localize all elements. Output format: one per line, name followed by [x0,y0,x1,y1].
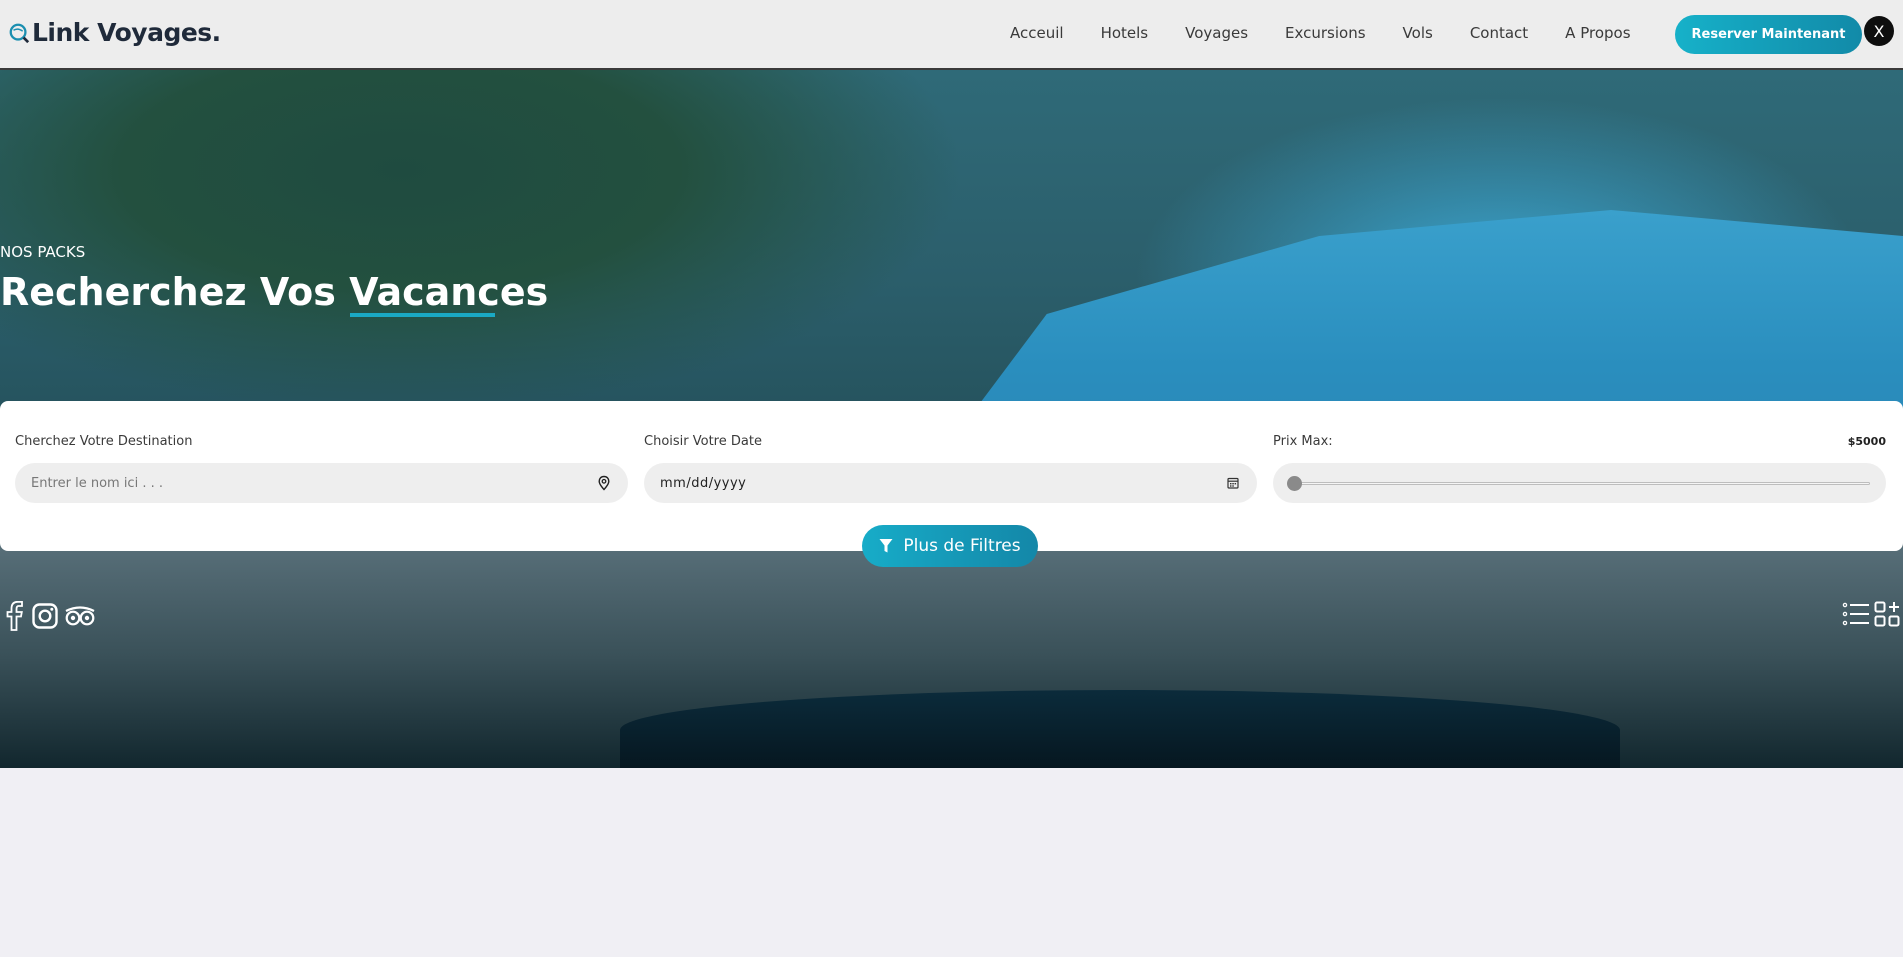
logo[interactable]: Link Voyages. [8,18,221,47]
nav-item-vols[interactable]: Vols [1403,24,1433,42]
site-header: Link Voyages. Acceuil Hotels Voyages Exc… [0,0,1903,70]
slider-track[interactable] [1296,482,1870,485]
tripadvisor-icon[interactable] [64,605,96,627]
hero-title: Recherchez Vos Vacances [0,270,549,314]
destination-input[interactable]: Entrer le nom ici . . . [15,463,628,503]
hero-kicker: NOS PACKS [0,243,86,261]
nav-item-voyages[interactable]: Voyages [1185,24,1248,42]
nav-item-hotels[interactable]: Hotels [1101,24,1149,42]
price-label: Prix Max: [1273,434,1333,449]
nav-item-excursions[interactable]: Excursions [1285,24,1366,42]
grid-view-icon[interactable] [1874,601,1900,627]
social-links [4,601,102,631]
calendar-icon[interactable] [1225,475,1241,491]
globe-search-icon [9,23,30,43]
price-value: $5000 [1847,435,1886,448]
facebook-icon[interactable] [4,601,26,631]
date-label: Choisir Votre Date [644,434,762,449]
close-button[interactable]: X [1864,16,1894,46]
filter-icon [879,539,893,553]
location-pin-icon [598,475,610,491]
nav-item-a-propos[interactable]: A Propos [1565,24,1630,42]
date-input[interactable]: mm/dd/yyyy [644,463,1257,503]
instagram-icon[interactable] [32,603,58,629]
hero-harbor [620,690,1620,768]
brand-name: Link Voyages. [32,18,221,47]
price-slider[interactable] [1273,463,1886,503]
destination-placeholder: Entrer le nom ici . . . [31,475,163,491]
nav-item-contact[interactable]: Contact [1470,24,1528,42]
view-toggles [1838,601,1900,627]
more-filters-button[interactable]: Plus de Filtres [862,525,1038,567]
date-value: mm/dd/yyyy [660,475,747,491]
destination-label: Cherchez Votre Destination [15,434,193,449]
list-view-icon[interactable] [1842,601,1870,627]
title-underline [350,313,495,317]
slider-thumb[interactable] [1287,476,1302,491]
reserve-now-button[interactable]: Reserver Maintenant [1675,15,1862,54]
nav-item-acceuil[interactable]: Acceuil [1010,24,1064,42]
main-nav: Acceuil Hotels Voyages Excursions Vols C… [1010,24,1668,42]
more-filters-label: Plus de Filtres [903,536,1021,556]
